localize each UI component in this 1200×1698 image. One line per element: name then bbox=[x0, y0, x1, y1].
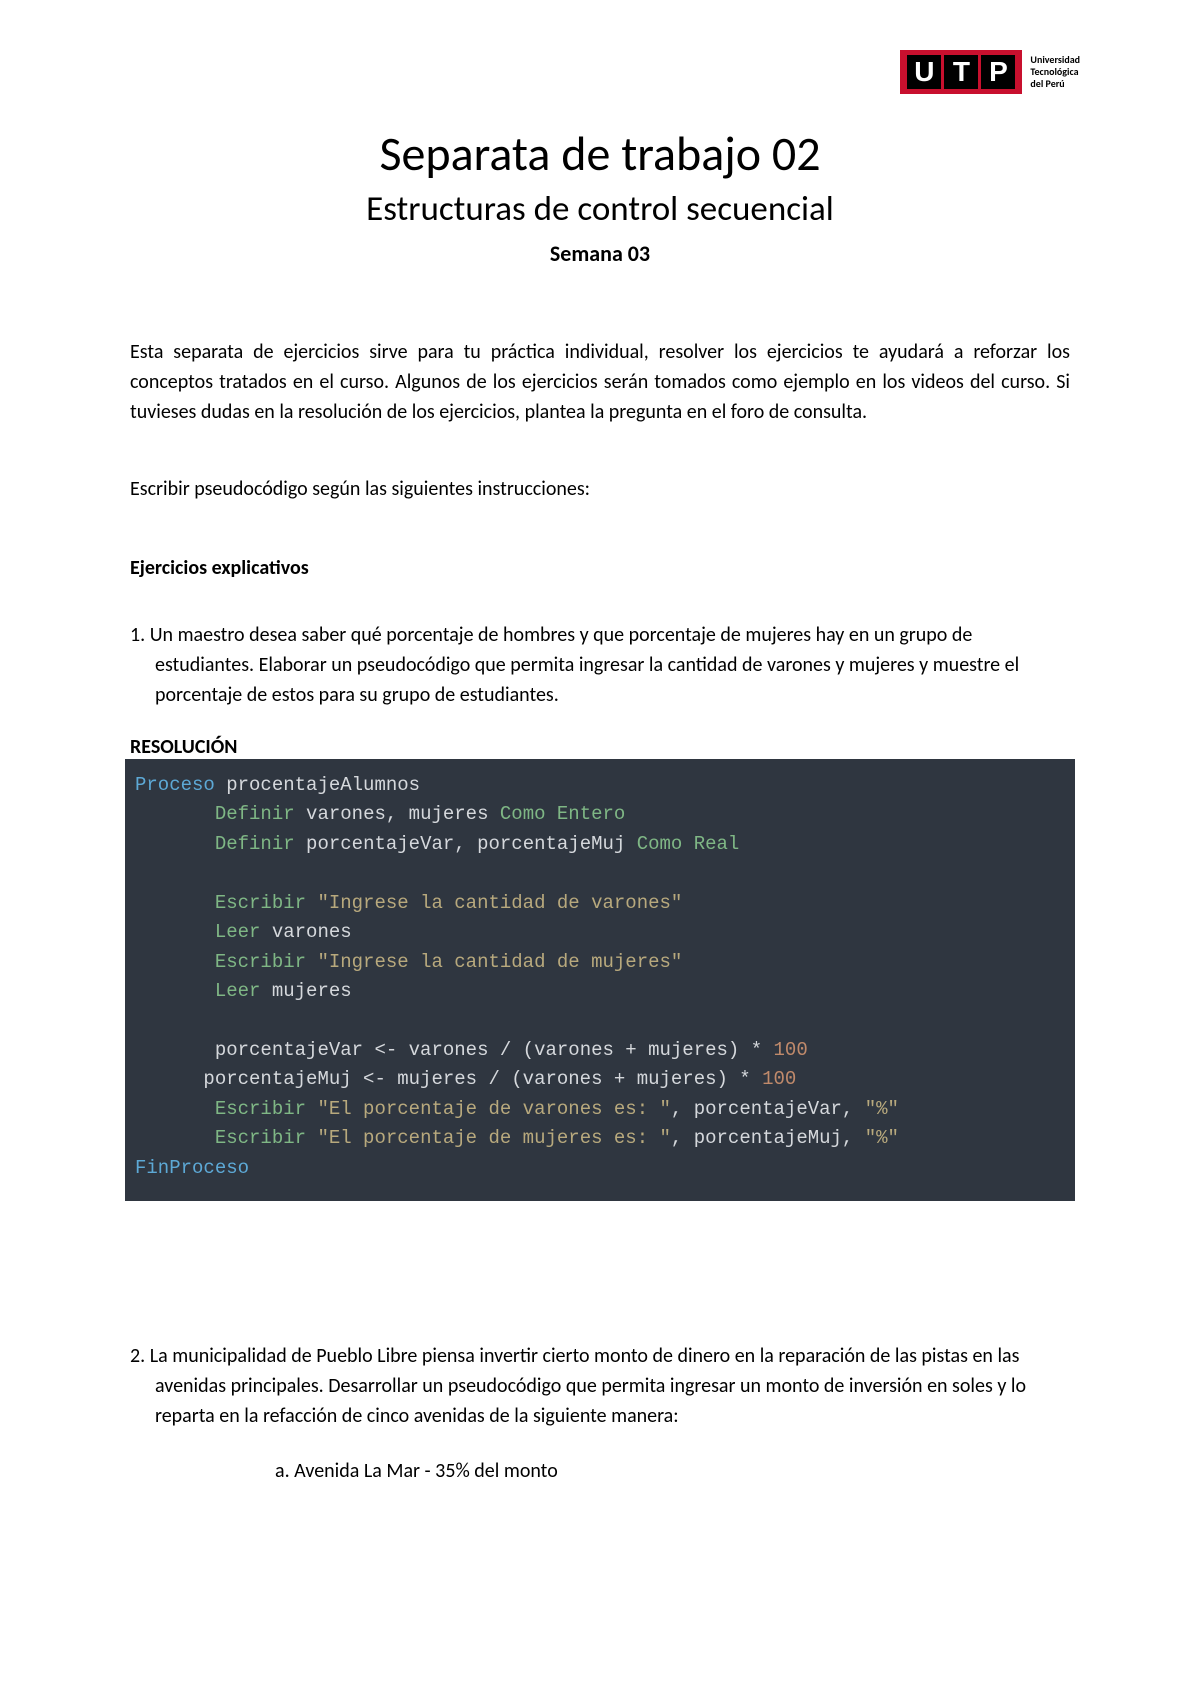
section-explicativos: Ejercicios explicativos bbox=[130, 556, 1070, 580]
kw-leer2: Leer bbox=[215, 980, 261, 1002]
logo-container: U T P Universidad Tecnológica del Perú bbox=[130, 50, 1080, 94]
pseudocode-block: Proceso procentajeAlumnos Definir varone… bbox=[125, 759, 1075, 1201]
instruction-text: Escribir pseudocódigo según las siguient… bbox=[130, 477, 1070, 501]
str-pct2: "%" bbox=[865, 1127, 899, 1149]
logo-letter-t: T bbox=[944, 55, 978, 89]
page-title: Separata de trabajo 02 bbox=[130, 124, 1070, 183]
kw-definir: Definir bbox=[215, 803, 295, 825]
exercise-1-text: Un maestro desea saber qué porcentaje de… bbox=[150, 623, 1019, 707]
kw-definir2: Definir bbox=[215, 833, 295, 855]
str-varones: "Ingrese la cantidad de varones" bbox=[306, 892, 682, 914]
expr-muj: porcentajeMuj <- mujeres / (varones + mu… bbox=[203, 1068, 762, 1090]
exercise-2-number: 2. bbox=[130, 1344, 145, 1368]
resolution-label: RESOLUCIÓN bbox=[130, 735, 1070, 759]
kw-real: Como Real bbox=[637, 833, 740, 855]
utp-logo: U T P Universidad Tecnológica del Perú bbox=[900, 50, 1080, 94]
kw-escribir1: Escribir bbox=[215, 892, 306, 914]
str-out-muj: "El porcentaje de mujeres es: " bbox=[306, 1127, 671, 1149]
exercise-2-text: La municipalidad de Pueblo Libre piensa … bbox=[150, 1344, 1026, 1428]
kw-entero: Como Entero bbox=[500, 803, 625, 825]
logo-letter-u: U bbox=[907, 55, 941, 89]
num-100b: 100 bbox=[762, 1068, 796, 1090]
str-out-var: "El porcentaje de varones es: " bbox=[306, 1098, 671, 1120]
exercise-1-number: 1. bbox=[130, 623, 145, 647]
vars-int: varones, mujeres bbox=[295, 803, 500, 825]
kw-leer1: Leer bbox=[215, 921, 261, 943]
logo-line3: del Perú bbox=[1030, 78, 1080, 90]
kw-escribir4: Escribir bbox=[215, 1127, 306, 1149]
out-muj-mid: , porcentajeMuj, bbox=[671, 1127, 865, 1149]
out-var-mid: , porcentajeVar, bbox=[671, 1098, 865, 1120]
kw-escribir3: Escribir bbox=[215, 1098, 306, 1120]
proc-name: procentajeAlumnos bbox=[215, 774, 420, 796]
logo-letter-p: P bbox=[981, 55, 1015, 89]
str-mujeres: "Ingrese la cantidad de mujeres" bbox=[306, 951, 682, 973]
logo-boxes: U T P bbox=[900, 50, 1022, 94]
str-pct1: "%" bbox=[865, 1098, 899, 1120]
kw-escribir2: Escribir bbox=[215, 951, 306, 973]
num-100a: 100 bbox=[774, 1039, 808, 1061]
page-subtitle: Estructuras de control secuencial bbox=[130, 188, 1070, 230]
leer-varones: varones bbox=[260, 921, 351, 943]
week-label: Semana 03 bbox=[130, 240, 1070, 267]
intro-paragraph: Esta separata de ejercicios sirve para t… bbox=[130, 337, 1070, 427]
kw-proceso: Proceso bbox=[135, 774, 215, 796]
expr-var: porcentajeVar <- varones / (varones + mu… bbox=[215, 1039, 774, 1061]
exercise-2: 2. La municipalidad de Pueblo Libre pien… bbox=[130, 1341, 1070, 1431]
leer-mujeres: mujeres bbox=[260, 980, 351, 1002]
logo-text: Universidad Tecnológica del Perú bbox=[1030, 54, 1080, 90]
exercise-1: 1. Un maestro desea saber qué porcentaje… bbox=[130, 620, 1070, 710]
vars-real: porcentajeVar, porcentajeMuj bbox=[295, 833, 637, 855]
exercise-2-sub-a: a. Avenida La Mar - 35% del monto bbox=[130, 1456, 1070, 1486]
kw-finproceso: FinProceso bbox=[135, 1157, 249, 1179]
